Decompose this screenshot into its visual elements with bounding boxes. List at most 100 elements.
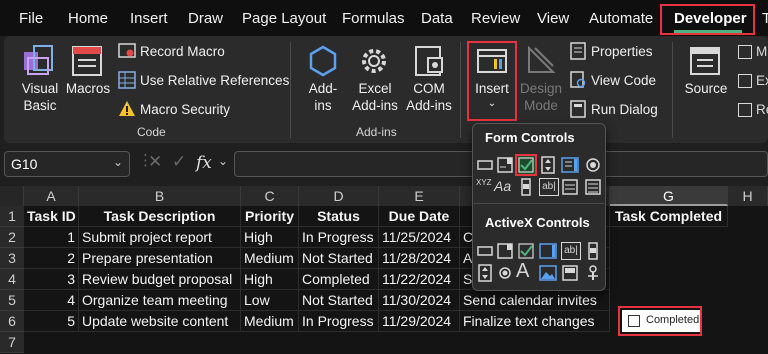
header-cell-status[interactable]: Status — [299, 206, 379, 227]
macros-button[interactable]: Macros — [64, 80, 112, 97]
activex-scroll-bar-icon[interactable] — [584, 242, 602, 260]
combo-list-edit-icon[interactable] — [561, 178, 579, 196]
table-cell[interactable]: Medium — [241, 248, 299, 269]
table-cell[interactable]: 11/29/2024 — [379, 311, 460, 332]
table-cell[interactable]: Organize team meeting — [79, 290, 241, 311]
activex-image-icon[interactable] — [539, 264, 557, 282]
scroll-bar-icon[interactable] — [517, 178, 535, 196]
addins-button[interactable]: Add- ins — [300, 80, 346, 114]
insert-controls-button[interactable] — [467, 41, 517, 121]
activex-spin-button-icon[interactable] — [476, 264, 494, 282]
activex-label-icon[interactable]: A — [516, 260, 534, 282]
table-cell[interactable]: 3 — [24, 269, 79, 290]
tab-draw[interactable]: Draw — [188, 10, 223, 27]
table-cell[interactable]: 11/22/2024 — [379, 269, 460, 290]
record-macro-button[interactable]: Record Macro — [140, 44, 225, 59]
xml-map-button[interactable]: M — [738, 44, 767, 60]
activex-combo-box-icon[interactable] — [496, 242, 514, 260]
row-header-2[interactable]: 2 — [0, 227, 24, 248]
header-cell-due-date[interactable]: Due Date — [379, 206, 460, 227]
table-cell[interactable]: High — [241, 227, 299, 248]
table-cell[interactable]: Update website content — [79, 311, 241, 332]
table-cell[interactable]: 11/25/2024 — [379, 227, 460, 248]
relative-references-button[interactable]: Use Relative References — [140, 73, 289, 88]
table-cell[interactable]: 1 — [24, 227, 79, 248]
table-cell[interactable]: Prepare presentation — [79, 248, 241, 269]
command-button-icon[interactable] — [476, 242, 494, 260]
column-header-g[interactable]: G — [610, 186, 728, 206]
table-cell[interactable]: 5 — [24, 311, 79, 332]
row-header-5[interactable]: 5 — [0, 290, 24, 311]
macro-security-button[interactable]: Macro Security — [140, 102, 230, 117]
button-control-icon[interactable] — [476, 156, 494, 174]
table-cell[interactable]: Not Started — [299, 248, 379, 269]
column-header-d[interactable]: D — [299, 186, 379, 206]
chevron-down-icon[interactable]: ⌄ — [218, 154, 228, 168]
column-header-b[interactable]: B — [79, 186, 241, 206]
table-cell[interactable]: In Progress — [299, 311, 379, 332]
column-header-h[interactable]: H — [728, 186, 768, 206]
header-cell-task-completed[interactable]: Task Completed — [610, 206, 728, 227]
activex-list-box-icon[interactable] — [539, 242, 557, 260]
tab-review[interactable]: Review — [471, 10, 520, 27]
tab-overflow[interactable]: T — [762, 10, 768, 27]
column-header-c[interactable]: C — [241, 186, 299, 206]
label-control-icon[interactable]: Aa — [494, 178, 518, 196]
gear-icon[interactable] — [357, 44, 391, 78]
activex-option-button-icon[interactable] — [496, 264, 514, 282]
table-cell[interactable]: Send calendar invites — [460, 290, 610, 311]
completed-checkbox[interactable]: Completed — [622, 310, 700, 332]
table-cell[interactable]: Medium — [241, 311, 299, 332]
table-cell[interactable]: 11/28/2024 — [379, 248, 460, 269]
tab-file[interactable]: File — [19, 10, 43, 27]
row-header-4[interactable]: 4 — [0, 269, 24, 290]
visual-basic-button[interactable]: Visual Basic — [18, 80, 62, 114]
source-icon[interactable] — [688, 44, 722, 78]
tab-home[interactable]: Home — [68, 10, 108, 27]
xml-expansion-button[interactable]: Ex — [738, 73, 768, 89]
table-cell[interactable]: Not Started — [299, 290, 379, 311]
row-header-6[interactable]: 6 — [0, 311, 24, 332]
header-cell-priority[interactable]: Priority — [241, 206, 299, 227]
combo-drop-down-edit-icon[interactable] — [584, 178, 602, 196]
table-cell[interactable]: Review budget proposal — [79, 269, 241, 290]
column-header-e[interactable]: E — [379, 186, 460, 206]
tab-data[interactable]: Data — [421, 10, 453, 27]
chevron-down-icon[interactable]: ⌄ — [113, 155, 123, 169]
table-cell[interactable]: Submit project report — [79, 227, 241, 248]
combo-box-icon[interactable] — [496, 156, 514, 174]
row-header-1[interactable]: 1 — [0, 206, 24, 227]
text-field-icon[interactable]: ab| — [539, 178, 559, 196]
source-button[interactable]: Source — [682, 80, 730, 97]
table-cell[interactable]: 2 — [24, 248, 79, 269]
header-cell-task-description[interactable]: Task Description — [79, 206, 241, 227]
macros-icon[interactable] — [70, 44, 104, 78]
more-controls-icon[interactable] — [584, 264, 602, 282]
com-addins-icon[interactable] — [412, 44, 446, 78]
view-code-button[interactable]: View Code — [591, 73, 656, 88]
insert-function-button[interactable]: fx — [196, 153, 212, 173]
header-cell-task-id[interactable]: Task ID — [24, 206, 79, 227]
table-cell[interactable]: High — [241, 269, 299, 290]
row-header-7[interactable]: 7 — [0, 332, 24, 353]
table-cell[interactable]: Completed — [299, 269, 379, 290]
activex-checkbox-icon[interactable] — [517, 242, 535, 260]
tab-formulas[interactable]: Formulas — [342, 10, 405, 27]
excel-addins-button[interactable]: Excel Add-ins — [347, 80, 403, 114]
name-box[interactable]: G10 ⌄ — [4, 151, 130, 177]
tab-view[interactable]: View — [537, 10, 569, 27]
xml-refresh-button[interactable]: Re — [738, 102, 768, 118]
table-cell[interactable]: 4 — [24, 290, 79, 311]
column-header-a[interactable]: A — [24, 186, 79, 206]
tab-insert[interactable]: Insert — [130, 10, 168, 27]
checkbox-box[interactable] — [628, 315, 640, 327]
addins-icon[interactable] — [306, 44, 340, 78]
visual-basic-icon[interactable] — [22, 44, 56, 78]
row-header-3[interactable]: 3 — [0, 248, 24, 269]
option-button-icon[interactable] — [584, 156, 602, 174]
tab-automate[interactable]: Automate — [589, 10, 653, 27]
list-box-icon[interactable] — [561, 156, 579, 174]
table-cell[interactable]: 11/30/2024 — [379, 290, 460, 311]
properties-button[interactable]: Properties — [591, 44, 653, 59]
tab-page-layout[interactable]: Page Layout — [242, 10, 326, 27]
